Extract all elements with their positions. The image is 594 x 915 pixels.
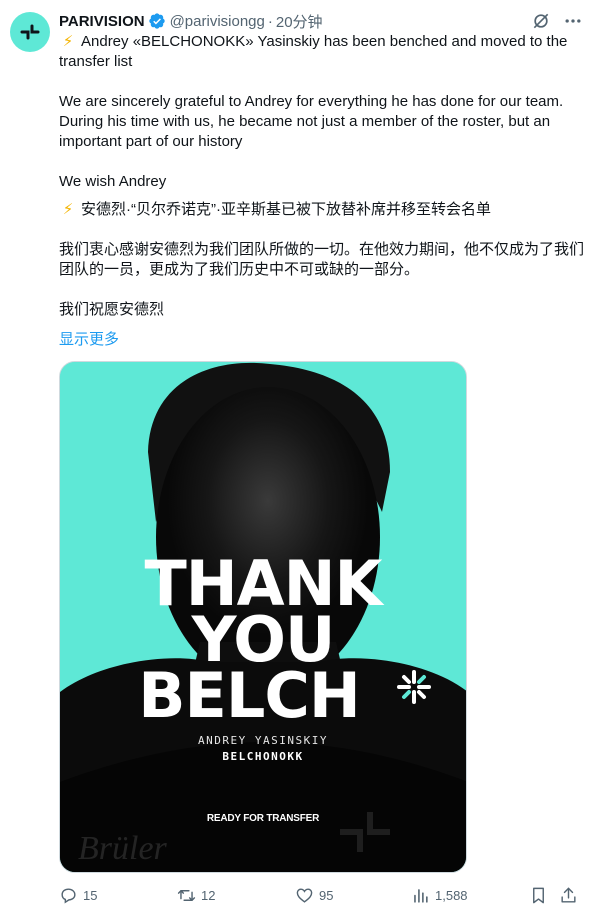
- views-chart-icon: [414, 889, 428, 903]
- handle[interactable]: @parivisiongg: [170, 13, 265, 30]
- grok-icon[interactable]: [530, 10, 552, 32]
- view-count: 1,588: [435, 888, 468, 903]
- verified-badge-icon: [148, 12, 166, 30]
- tweet-top-actions: [530, 10, 584, 32]
- retweet-icon: [177, 890, 196, 901]
- retweet-button[interactable]: 12: [177, 886, 215, 905]
- more-icon[interactable]: [562, 10, 584, 32]
- retweet-count: 12: [201, 888, 216, 903]
- poster-status: READY FOR TRANSFER: [206, 813, 320, 824]
- tweet-text-zh-2: 我们衷心感谢安德烈为我们团队所做的一切。在他效力期间，他不仅成为了我们团队的一员…: [59, 241, 585, 278]
- reply-icon: [61, 888, 76, 904]
- avatar[interactable]: [10, 12, 50, 52]
- media-image[interactable]: THANK YOU BELCH ANDREY YASINSKIY BELCHON…: [59, 361, 467, 873]
- reply-button[interactable]: 15: [59, 886, 97, 905]
- separator: ·: [267, 12, 273, 30]
- reply-count: 15: [83, 888, 98, 903]
- tweet-text-en-3: We wish Andrey: [59, 173, 167, 190]
- timestamp[interactable]: 20分钟: [276, 11, 323, 32]
- share-button[interactable]: [559, 886, 583, 905]
- tweet-text-en-2: We are sincerely grateful to Andrey for …: [59, 93, 564, 150]
- show-more-link[interactable]: 显示更多: [59, 328, 119, 349]
- sparkle-icon: [397, 670, 431, 704]
- parivision-logo-icon: [20, 24, 40, 40]
- poster-title-line-3: BELCH: [138, 659, 361, 732]
- tweet-header: PARIVISION @parivisiongg · 20分钟: [59, 11, 323, 31]
- display-name[interactable]: PARIVISION: [59, 13, 145, 30]
- tweet-line-zh-1: 安德烈·“贝尔乔诺克”·亚辛斯基已被下放替补席并移至转会名单: [81, 201, 491, 218]
- tweet-text-zh-1: ⚡ 安德烈·“贝尔乔诺克”·亚辛斯基已被下放替补席并移至转会名单: [59, 200, 584, 220]
- share-icon: [561, 887, 576, 903]
- poster-player-name: ANDREY YASINSKIY: [198, 734, 328, 747]
- views-button[interactable]: 1,588: [411, 886, 468, 905]
- tweet-actions: 15 12 95 1,588: [59, 882, 584, 908]
- bookmark-button[interactable]: [529, 886, 553, 905]
- like-count: 95: [319, 888, 334, 903]
- tweet-text-en-1: ⚡ Andrey «BELCHONOKK» Yasinskiy has been …: [59, 32, 584, 72]
- lightning-icon: ⚡: [62, 33, 74, 50]
- poster-player-nick: BELCHONOKK: [222, 750, 304, 763]
- tweet-text-zh-3: 我们祝愿安德烈: [59, 301, 165, 318]
- tweet[interactable]: PARIVISION @parivisiongg · 20分钟 ⚡ Andrey …: [0, 0, 594, 915]
- bookmark-icon: [533, 887, 544, 904]
- heart-icon: [296, 888, 313, 903]
- tweet-line-1: Andrey «BELCHONOKK» Yasinskiy has been b…: [59, 33, 568, 70]
- like-button[interactable]: 95: [295, 886, 333, 905]
- lightning-icon: ⚡: [62, 201, 74, 218]
- sponsor-logo: Brüler: [78, 830, 167, 867]
